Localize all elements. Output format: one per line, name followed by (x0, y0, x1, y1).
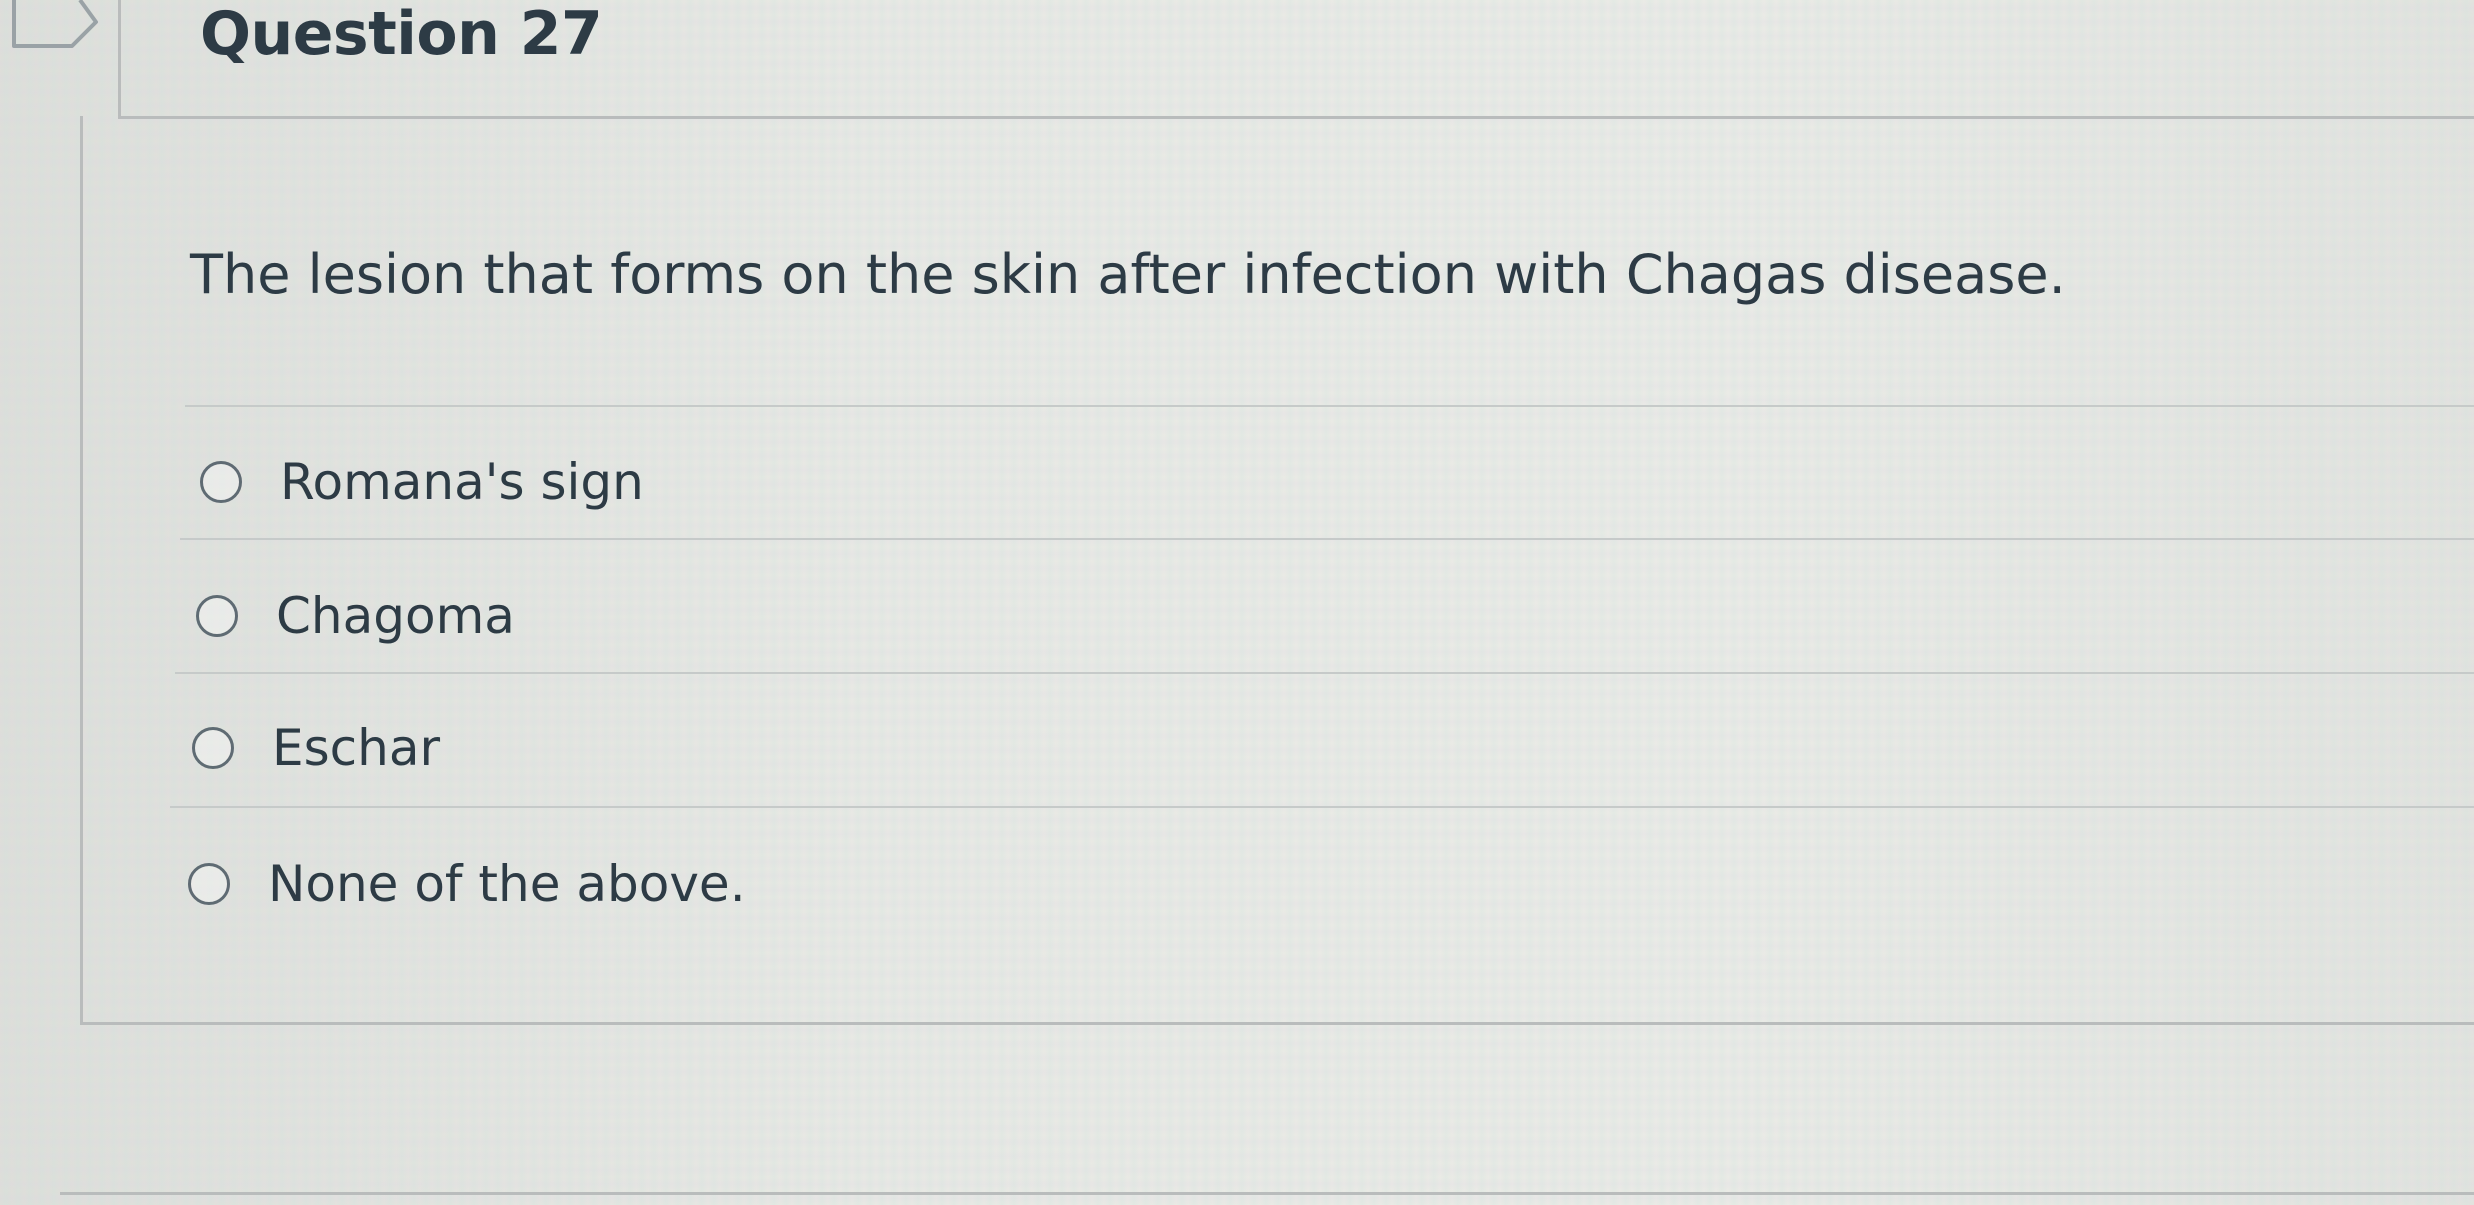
divider (175, 672, 2474, 674)
answer-option-1[interactable]: Romana's sign (200, 442, 644, 522)
answer-label: Eschar (272, 719, 441, 777)
answer-option-4[interactable]: None of the above. (188, 844, 746, 924)
header-separator (118, 0, 121, 116)
flag-question-icon[interactable] (0, 0, 112, 52)
question-title: Question 27 (200, 0, 603, 69)
divider (185, 405, 2474, 407)
radio-button-icon[interactable] (188, 863, 230, 905)
divider (180, 538, 2474, 540)
answer-option-3[interactable]: Eschar (192, 708, 440, 788)
question-text: The lesion that forms on the skin after … (190, 243, 2066, 306)
divider (170, 806, 2474, 808)
radio-button-icon[interactable] (192, 727, 234, 769)
answer-option-2[interactable]: Chagoma (196, 576, 515, 656)
radio-button-icon[interactable] (196, 595, 238, 637)
answer-label: Chagoma (276, 587, 515, 645)
answer-label: None of the above. (268, 855, 746, 913)
next-question-border (60, 1192, 2474, 1195)
answer-label: Romana's sign (280, 453, 644, 511)
radio-button-icon[interactable] (200, 461, 242, 503)
